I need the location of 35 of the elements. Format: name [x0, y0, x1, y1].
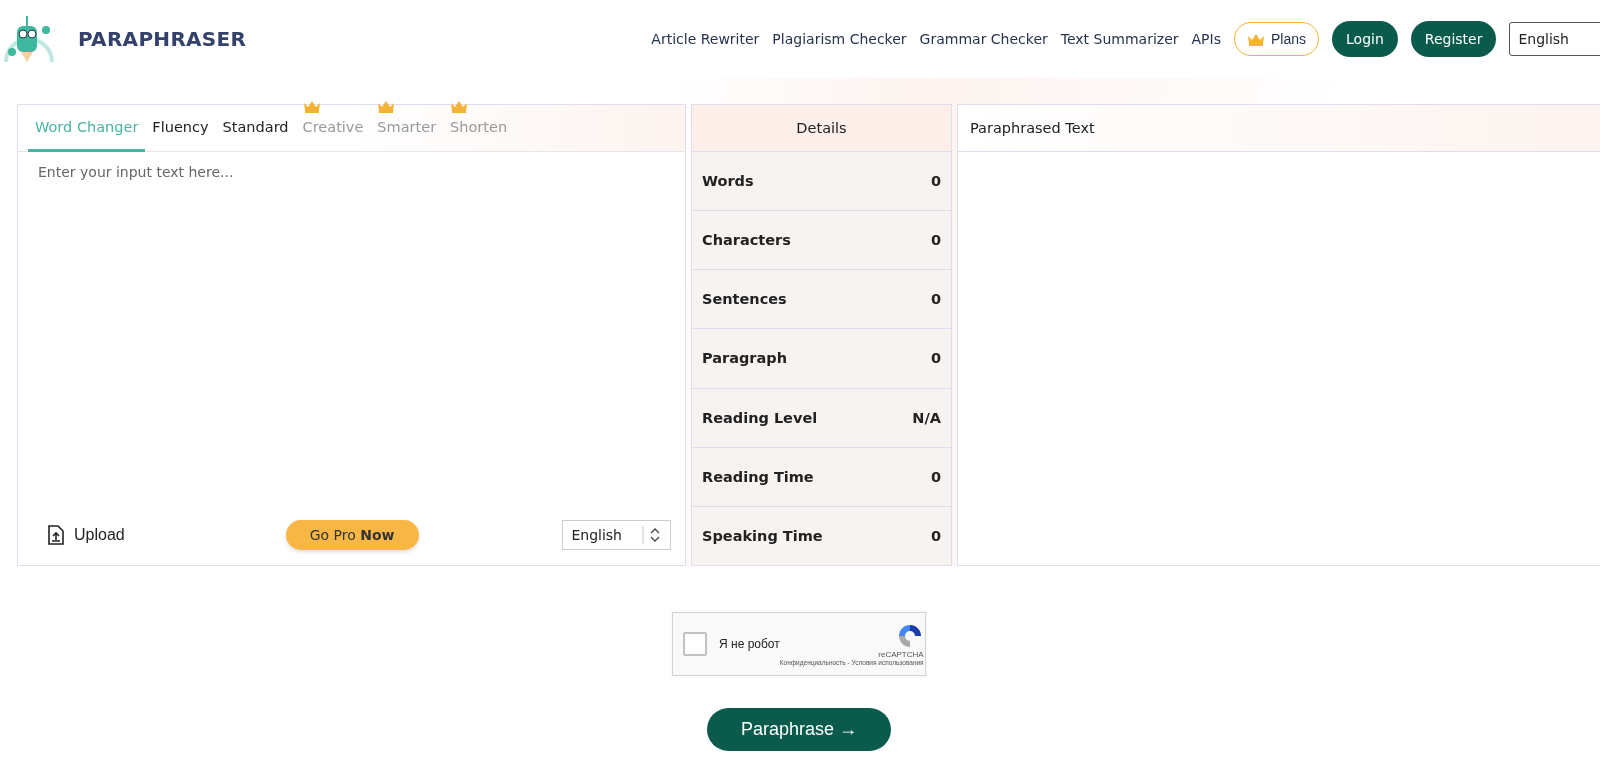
stat-label: Characters — [702, 232, 791, 249]
captcha-brand: reCAPTCHA — [878, 650, 924, 659]
plans-button[interactable]: Plans — [1234, 22, 1319, 56]
captcha-label: Я не робот — [719, 637, 780, 651]
language-select[interactable]: English — [1509, 22, 1600, 56]
paraphrase-button[interactable]: Paraphrase → — [706, 708, 892, 751]
stat-label: Speaking Time — [702, 527, 823, 544]
stat-value: 0 — [930, 468, 941, 485]
mode-tab[interactable]: Standard — [215, 105, 296, 152]
site-logo[interactable]: PARAPHRASER — [78, 27, 247, 51]
nav-link[interactable]: Text Summarizer — [1060, 31, 1179, 47]
login-button[interactable]: Login — [1332, 21, 1398, 57]
stat-value: 0 — [930, 527, 941, 544]
stat-value: 0 — [930, 291, 941, 308]
stat-label: Words — [702, 173, 754, 190]
mode-tab[interactable]: Fluency — [145, 105, 216, 152]
stat-label: Paragraph — [702, 350, 787, 367]
language-select[interactable]: English — [562, 520, 671, 550]
stat-value: 0 — [930, 232, 941, 249]
output-title: Paraphrased Text — [970, 120, 1095, 136]
go-pro-button[interactable]: Go Pro Now — [285, 520, 419, 550]
stat-value: 0 — [930, 173, 941, 190]
nav-link[interactable]: Plagiarism Checker — [772, 31, 907, 47]
details-title: Details — [796, 120, 847, 136]
stat-label: Sentences — [702, 291, 787, 308]
input-text-field[interactable]: Enter your input text here... — [17, 152, 686, 515]
nav-link[interactable]: Article Rewriter — [651, 31, 760, 47]
stat-label: Reading Level — [702, 409, 818, 426]
nav-link[interactable]: APIs — [1191, 31, 1221, 47]
nav-link[interactable]: Grammar Checker — [919, 31, 1048, 47]
stat-label: Reading Time — [702, 468, 814, 485]
stat-value: N/A — [912, 409, 941, 426]
upload-button[interactable]: Upload — [42, 524, 131, 546]
stat-value: 0 — [930, 350, 941, 367]
register-button[interactable]: Register — [1410, 21, 1497, 57]
